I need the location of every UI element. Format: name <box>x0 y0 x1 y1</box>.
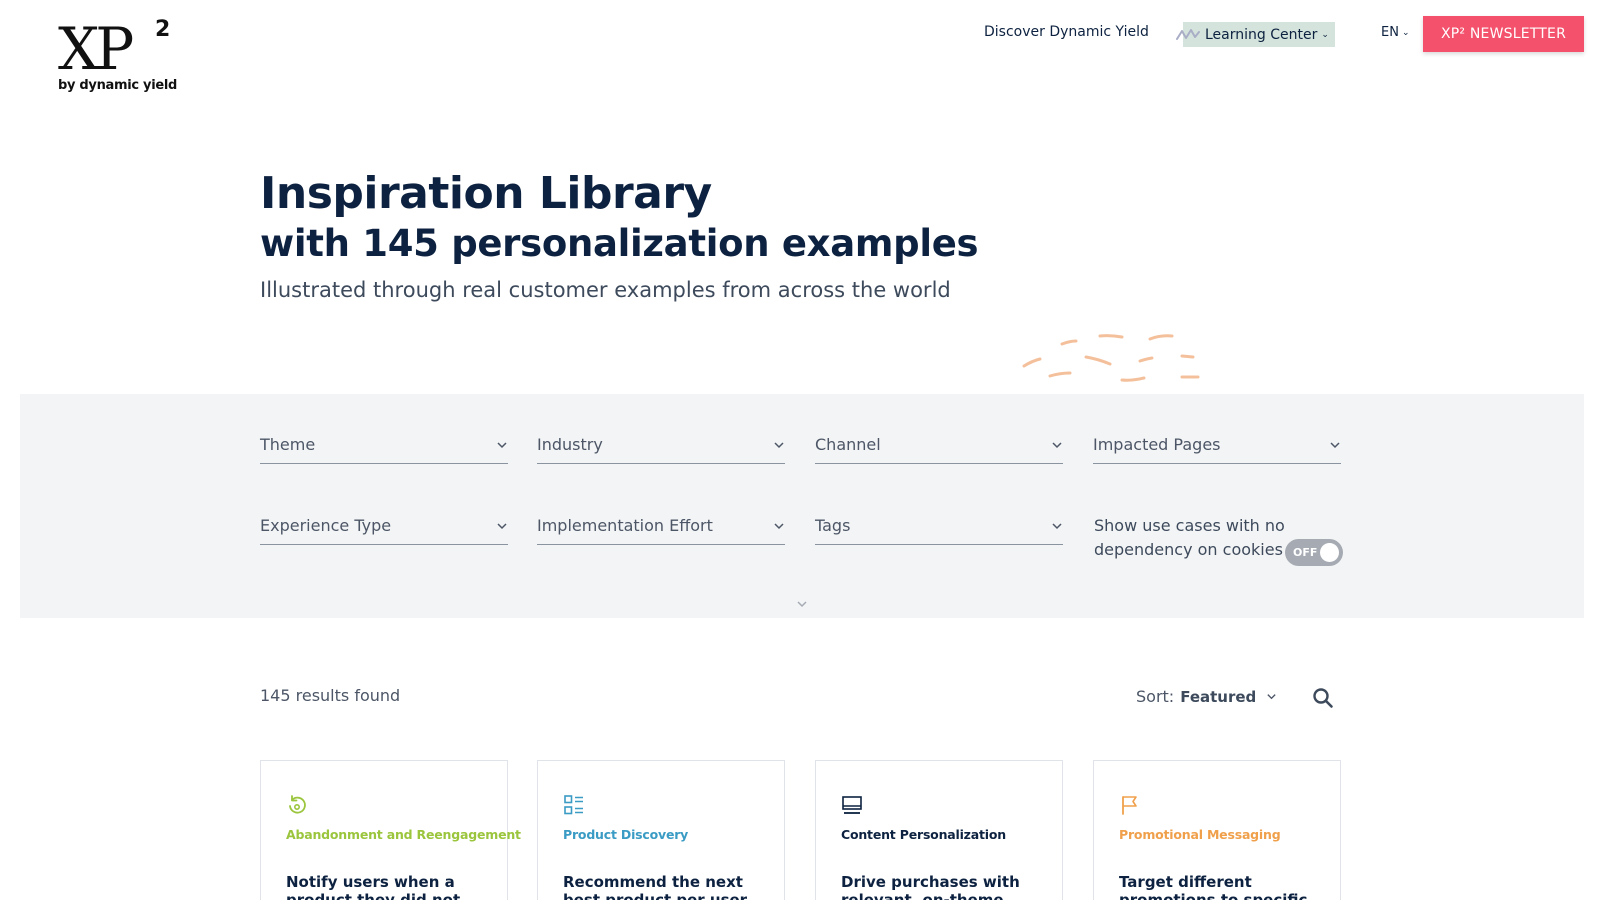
filter-panel <box>20 394 1584 618</box>
filter-channel-label: Channel <box>815 435 881 454</box>
filter-experience-type[interactable]: Experience Type <box>260 511 508 545</box>
sort-value: Featured <box>1180 688 1257 706</box>
filter-industry[interactable]: Industry <box>537 430 785 464</box>
decorative-squiggles <box>1022 334 1200 382</box>
filter-theme-label: Theme <box>260 435 316 454</box>
expand-filters-chevron-icon[interactable] <box>795 599 809 609</box>
use-case-card[interactable]: Product Discovery Recommend the next bes… <box>537 760 785 900</box>
reengage-icon <box>289 795 306 814</box>
chevron-down-icon <box>774 522 784 529</box>
language-selector[interactable]: EN ⌄ <box>1381 25 1410 40</box>
nav-learning-center-label: Learning Center <box>1205 26 1318 43</box>
filter-implementation-effort-label: Implementation Effort <box>537 516 713 535</box>
chevron-down-icon <box>1330 441 1340 448</box>
chevron-down-icon <box>1052 522 1062 529</box>
page-subtitle: with 145 personalization examples <box>260 222 979 265</box>
filter-impacted-pages-label: Impacted Pages <box>1093 435 1221 454</box>
filter-tags-label: Tags <box>815 516 851 535</box>
chevron-down-icon <box>774 441 784 448</box>
card-title: Target different promotions to specific <box>1119 873 1308 900</box>
monitor-icon <box>842 796 862 814</box>
cookie-toggle-switch[interactable]: OFF <box>1285 539 1343 566</box>
chevron-down-icon <box>1052 441 1062 448</box>
newsletter-button[interactable]: XP² NEWSLETTER <box>1423 16 1584 52</box>
chevron-down-icon: ⌄ <box>1401 27 1410 38</box>
nav-learning-center[interactable]: Learning Center ⌄ <box>1183 22 1335 47</box>
site-header: XP 2 by dynamic yield Discover Dynamic Y… <box>0 0 1600 110</box>
page-title: Inspiration Library <box>260 168 712 219</box>
toggle-state-label: OFF <box>1293 546 1318 559</box>
use-case-card[interactable]: Promotional Messaging Target different p… <box>1093 760 1341 900</box>
cookie-toggle-label: Show use cases with no dependency on coo… <box>1094 516 1285 559</box>
card-category: Product Discovery <box>563 827 689 842</box>
filter-impacted-pages[interactable]: Impacted Pages <box>1093 430 1341 464</box>
filter-channel[interactable]: Channel <box>815 430 1063 464</box>
search-icon[interactable] <box>1312 687 1334 709</box>
chevron-down-icon <box>497 441 507 448</box>
card-title: Notify users when a product they did not… <box>286 873 461 900</box>
learning-wave-icon <box>1176 29 1200 40</box>
card-title: Drive purchases with relevant, on-theme <box>841 873 1020 900</box>
chevron-down-icon: ⌄ <box>1321 29 1329 40</box>
logo-mark: XP <box>58 15 134 83</box>
filter-theme[interactable]: Theme <box>260 430 508 464</box>
filter-tags[interactable]: Tags <box>815 511 1063 545</box>
card-title: Recommend the next best product per user… <box>563 873 748 900</box>
results-count: 145 results found <box>260 686 401 705</box>
filter-implementation-effort[interactable]: Implementation Effort <box>537 511 785 545</box>
sort-label: Sort: <box>1136 686 1175 706</box>
page-description: Illustrated through real customer exampl… <box>260 278 951 302</box>
filter-industry-label: Industry <box>537 435 603 454</box>
card-category: Content Personalization <box>841 827 1006 842</box>
chevron-down-icon <box>1267 693 1276 699</box>
xp2-logo[interactable]: XP 2 by dynamic yield <box>58 18 178 98</box>
card-category: Promotional Messaging <box>1119 827 1281 842</box>
card-category: Abandonment and Reengagement <box>286 827 521 842</box>
use-case-card[interactable]: Content Personalization Drive purchases … <box>815 760 1063 900</box>
toggle-knob <box>1320 543 1339 562</box>
language-label: EN <box>1381 25 1399 40</box>
nav-discover-dynamic-yield[interactable]: Discover Dynamic Yield <box>984 24 1149 40</box>
filter-experience-type-label: Experience Type <box>260 516 392 535</box>
chevron-down-icon <box>497 522 507 529</box>
logo-byline: by dynamic yield <box>58 78 178 93</box>
flag-icon <box>1122 796 1137 815</box>
list-icon <box>564 795 583 815</box>
sort-dropdown[interactable]: Sort: Featured <box>1136 686 1277 706</box>
use-case-card[interactable]: Abandonment and Reengagement Notify user… <box>260 760 521 900</box>
logo-superscript: 2 <box>155 17 171 42</box>
